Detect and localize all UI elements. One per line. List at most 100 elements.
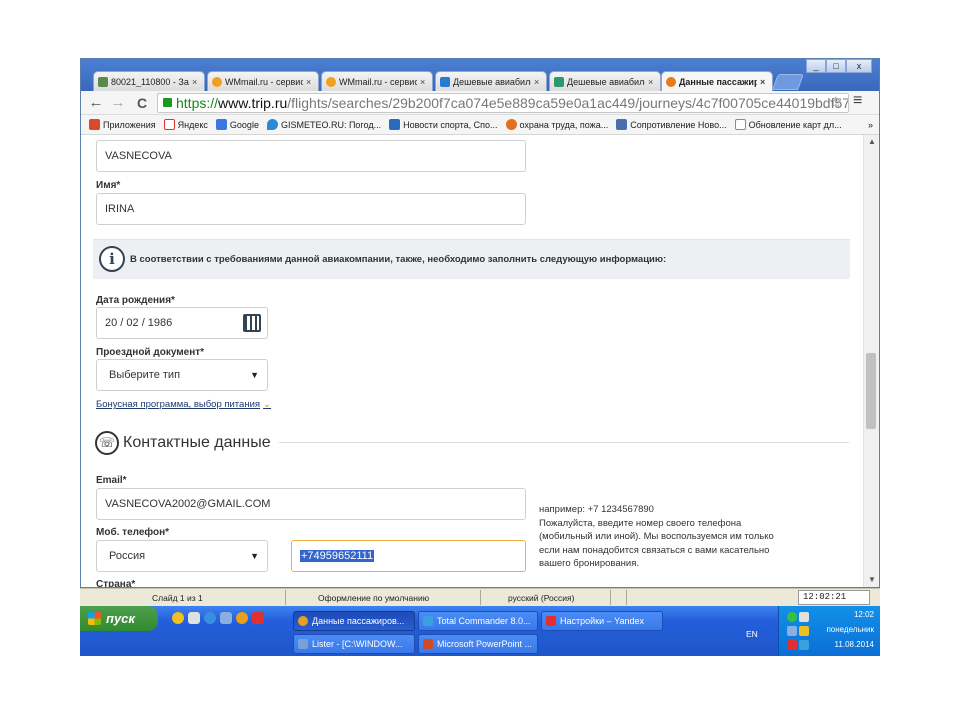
yandex-icon (546, 616, 556, 626)
page-scrollbar[interactable]: ▲ ▼ (863, 135, 879, 587)
quicklaunch-icon[interactable] (188, 612, 200, 624)
bookmark-apps[interactable]: Приложения (89, 119, 156, 130)
speaker-icon[interactable] (799, 612, 809, 622)
close-window-button[interactable]: x (846, 59, 872, 73)
tab-6-active[interactable]: Данные пассажир × (661, 71, 773, 91)
tab-5[interactable]: Дешевые авиабиле × (549, 71, 661, 91)
plane-icon (440, 76, 450, 87)
document-label: Проездной документ* (96, 347, 205, 358)
task-yandex-settings[interactable]: Настройки – Yandex (541, 611, 663, 631)
scroll-thumb[interactable] (866, 353, 876, 429)
task-chrome[interactable]: Данные пассажиров... (293, 611, 415, 631)
quicklaunch-chrome-icon[interactable] (236, 612, 248, 624)
lock-icon (163, 98, 172, 107)
network-icon[interactable] (787, 626, 797, 636)
bookmark-gismeteo[interactable]: GISMETEO.RU: Погод... (266, 119, 382, 130)
bookmark-label: охрана труда, пожа... (519, 119, 609, 130)
tray-time[interactable]: 12:02 (854, 609, 874, 620)
bookmark-star-icon[interactable]: ☆ (829, 93, 842, 111)
scroll-down-icon[interactable]: ▼ (868, 575, 876, 584)
tray-icon[interactable] (799, 626, 809, 636)
minimize-button[interactable]: _ (806, 59, 826, 73)
tab-3[interactable]: WMmail.ru - сервис × (321, 71, 433, 91)
bookmark-maps[interactable]: Обновление карт дл... (734, 119, 842, 130)
bookmark-yandex[interactable]: Яндекс (163, 119, 208, 130)
phone-field[interactable]: +74959652111 (291, 540, 526, 572)
language-status: русский (Россия) (508, 593, 575, 603)
task-total-commander[interactable]: Total Commander 8.0... (418, 611, 538, 631)
bookmark-label: GISMETEO.RU: Погод... (280, 119, 382, 130)
tray-day: понедельник (826, 625, 874, 634)
info-icon: i (99, 246, 125, 272)
task-lister[interactable]: Lister - [C:\WINDOW... (293, 634, 415, 654)
document-type-select[interactable]: Выберите тип ▼ (96, 359, 268, 391)
weather-icon (266, 119, 278, 130)
bookmark-safety[interactable]: охрана труда, пожа... (505, 119, 609, 130)
new-tab-button[interactable] (772, 74, 804, 90)
document-type-value: Выберите тип (109, 369, 181, 381)
tray-icon[interactable] (799, 640, 809, 650)
birth-date-field[interactable]: 20 / 02 / 1986 (96, 307, 268, 339)
task-label: Microsoft PowerPoint ... (437, 639, 533, 649)
powerpoint-status-bar: Слайд 1 из 1 Оформление по умолчанию рус… (80, 588, 880, 606)
task-label: Настройки – Yandex (560, 616, 644, 626)
status-divider (610, 590, 611, 605)
tab-2[interactable]: WMmail.ru - сервис × (207, 71, 319, 91)
map-update-icon (734, 119, 746, 130)
tray-icon[interactable] (787, 612, 797, 622)
total-commander-icon (423, 616, 433, 626)
language-indicator[interactable]: EN (746, 629, 758, 639)
bookmark-google[interactable]: Google (215, 119, 259, 130)
birth-date-value: 20 / 02 / 1986 (105, 317, 173, 329)
url-scheme: https:// (176, 95, 219, 111)
tab-close-icon[interactable]: × (420, 77, 428, 87)
quicklaunch-icon[interactable] (172, 612, 184, 624)
tab-close-icon[interactable]: × (648, 77, 656, 87)
bookmarks-more[interactable]: » (868, 120, 873, 130)
forward-button[interactable]: → (109, 93, 127, 113)
bookmark-vk[interactable]: Сопротивление Ново... (616, 119, 727, 130)
phone-hint-example: например: +7 1234567890 (539, 504, 654, 515)
phone-value-selected: +74959652111 (300, 550, 375, 562)
menu-icon[interactable]: ≡ (853, 92, 862, 110)
windows-logo-icon (88, 612, 101, 625)
quicklaunch-yandex-icon[interactable] (252, 612, 264, 624)
calendar-icon[interactable] (243, 314, 261, 332)
tab-close-icon[interactable]: × (534, 77, 542, 87)
reload-button[interactable]: C (133, 93, 151, 113)
start-button[interactable]: пуск (80, 606, 158, 631)
bonus-program-link[interactable]: Бонусная программа, выбор питания ⌄ (96, 399, 271, 410)
quicklaunch-ie-icon[interactable] (204, 612, 216, 624)
tab-4[interactable]: Дешевые авиабиле × (435, 71, 547, 91)
google-icon (215, 119, 227, 130)
tab-label: 80021_110800 - Зап (111, 76, 189, 87)
antivirus-icon[interactable] (787, 640, 797, 650)
maximize-button[interactable]: □ (826, 59, 846, 73)
quicklaunch-icon[interactable] (220, 612, 232, 624)
image-icon (98, 76, 108, 87)
scroll-up-icon[interactable]: ▲ (868, 137, 876, 146)
surname-field[interactable]: VASNECOVA (96, 140, 526, 172)
back-button[interactable]: ← (87, 93, 105, 113)
chevron-down-icon: ⌄ (263, 399, 272, 410)
country-code-select[interactable]: Россия ▼ (96, 540, 268, 572)
tab-close-icon[interactable]: × (306, 77, 314, 87)
task-label: Lister - [C:\WINDOW... (312, 639, 403, 649)
bookmark-sport-news[interactable]: Новости спорта, Спо... (389, 119, 498, 130)
start-label: пуск (106, 611, 135, 626)
email-field[interactable]: VASNECOVA2002@GMAIL.COM (96, 488, 526, 520)
airline-notice: i В соответствии с требованиями данной а… (93, 239, 850, 279)
url-path: /flights/searches/29b200f7ca074e5e889ca5… (287, 95, 849, 111)
chevron-down-icon: ▼ (250, 551, 259, 561)
task-label: Total Commander 8.0... (437, 616, 531, 626)
tab-1[interactable]: 80021_110800 - Зап × (93, 71, 205, 91)
page-content: VASNECOVA Имя* IRINA i В соответствии с … (81, 135, 865, 587)
task-powerpoint[interactable]: Microsoft PowerPoint ... (418, 634, 538, 654)
design-name: Оформление по умолчанию (318, 593, 430, 603)
tab-close-icon[interactable]: × (192, 77, 200, 87)
safety-icon (505, 119, 517, 130)
address-bar[interactable]: https://www.trip.ru/flights/searches/29b… (157, 93, 849, 113)
name-field[interactable]: IRINA (96, 193, 526, 225)
phone-hint: например: +7 1234567890 Пожалуйста, введ… (539, 503, 781, 571)
tab-close-icon[interactable]: × (760, 77, 768, 87)
